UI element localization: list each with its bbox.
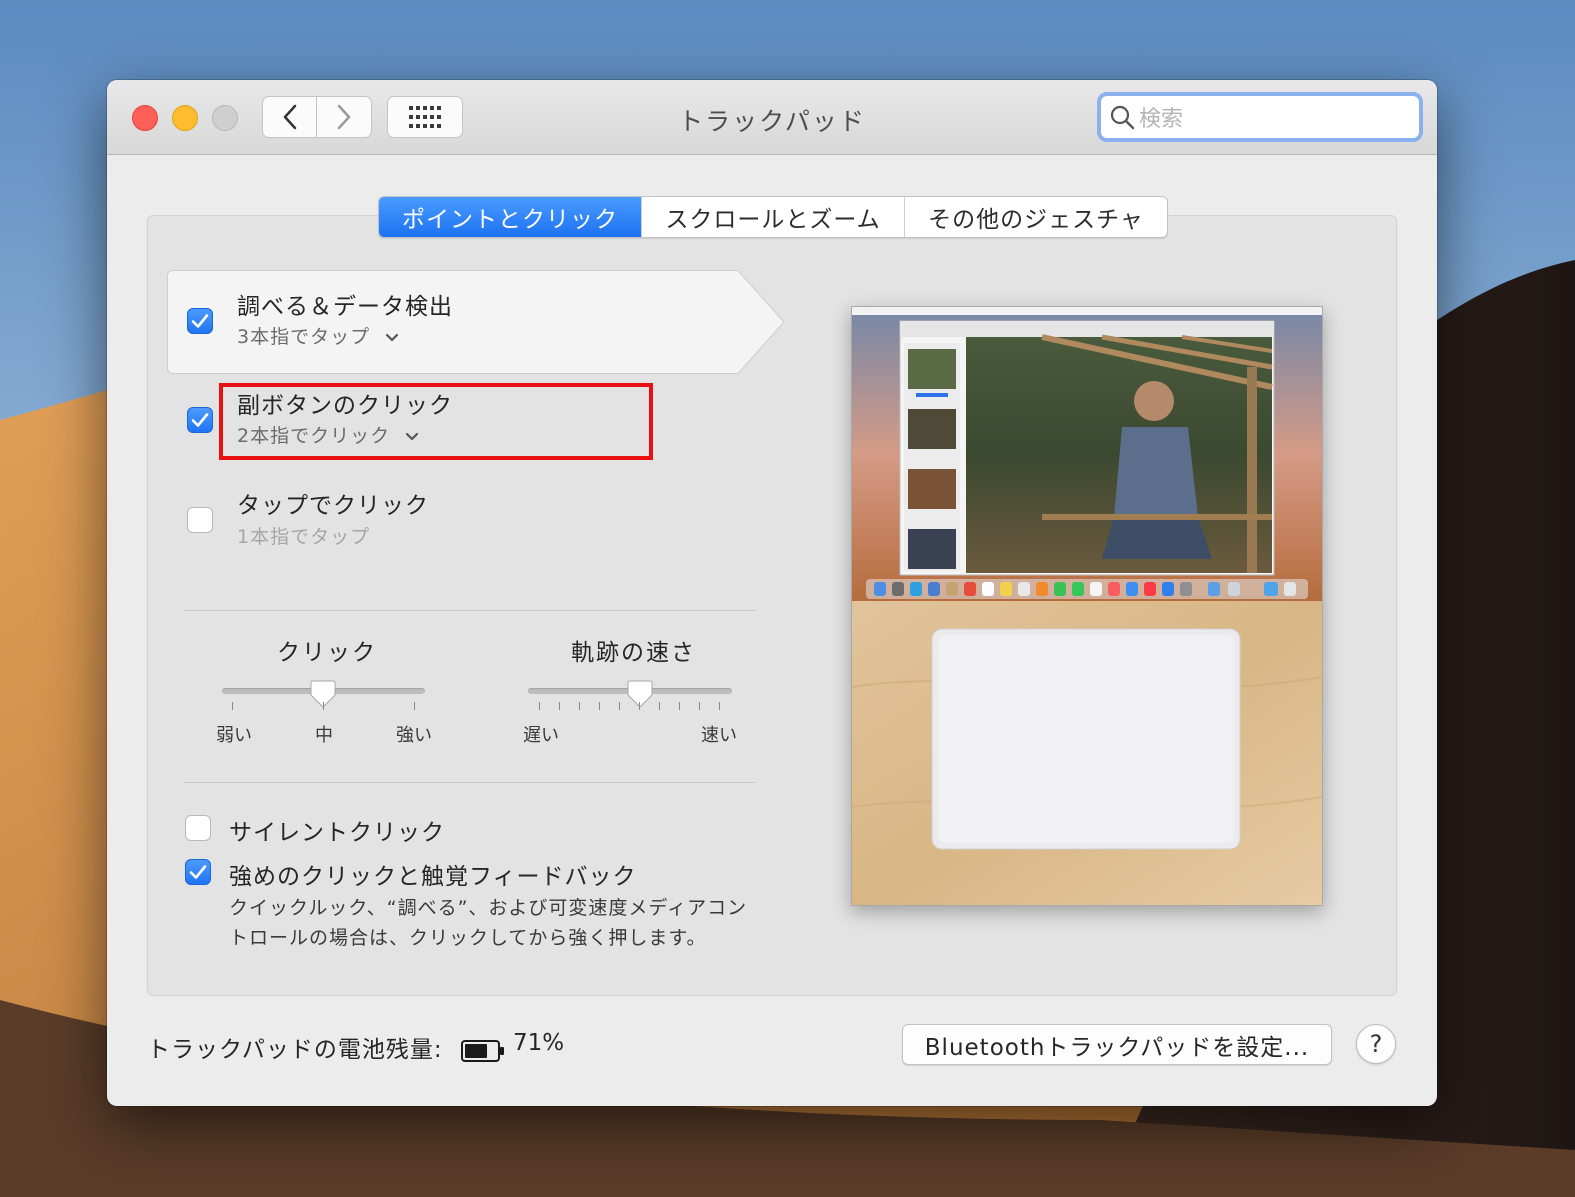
speed-min-label: 遅い (523, 725, 559, 746)
force-click-description: クイックルック、“調べる”、および可変速度メディアコン トロールの場合は、クリッ… (229, 893, 747, 953)
battery-label-text: トラックパッドの電池残量: (147, 1037, 443, 1063)
force-click-label: 強めのクリックと触覚フィードバック (229, 864, 637, 890)
chevron-down-icon (386, 333, 399, 341)
tap-to-click-checkbox[interactable] (187, 507, 213, 533)
help-button[interactable]: ? (1356, 1024, 1396, 1064)
divider (184, 610, 756, 611)
slider-tick (539, 702, 540, 710)
gesture-preview-illustration (852, 307, 1322, 905)
lookup-title: 調べる＆データ検出 (237, 294, 453, 320)
setup-bluetooth-trackpad-button[interactable]: Bluetoothトラックパッドを設定... (902, 1024, 1332, 1065)
force-click-description-line-1: クイックルック、“調べる”、および可変速度メディアコン (229, 897, 748, 919)
tab-scroll-and-zoom[interactable]: スクロールとズーム (641, 197, 904, 237)
battery-percent: 71% (513, 1030, 565, 1056)
lookup-checkbox[interactable] (187, 308, 213, 334)
click-max-label: 強い (396, 725, 432, 746)
tap-to-click-title: タップでクリック (237, 493, 429, 519)
gesture-preview-video (851, 306, 1323, 906)
force-click-checkbox[interactable] (185, 859, 211, 885)
divider (184, 782, 756, 783)
slider-tick (599, 702, 600, 710)
slider-tick (559, 702, 560, 710)
lookup-gesture-dropdown[interactable]: 3本指でタップ (237, 322, 399, 349)
tap-to-click-subtitle: 1本指でタップ (237, 526, 371, 548)
lookup-gesture-value: 3本指でタップ (237, 326, 371, 348)
slider-tick (679, 702, 680, 710)
checkmark-icon (191, 314, 209, 328)
tab-more-gestures[interactable]: その他のジェスチャ (904, 197, 1167, 237)
tab-point-and-click[interactable]: ポイントとクリック (379, 197, 641, 237)
search-icon (1110, 105, 1135, 130)
search-placeholder: 検索 (1139, 107, 1184, 132)
secondary-click-checkbox[interactable] (187, 407, 213, 433)
highlight-annotation-box (219, 383, 653, 460)
tab-bar: ポイントとクリック スクロールとズーム その他のジェスチャ (378, 196, 1168, 238)
title-bar: トラックパッド 検索 (107, 80, 1437, 155)
silent-click-checkbox[interactable] (185, 815, 211, 841)
slider-tick (639, 702, 640, 710)
slider-tick (579, 702, 580, 710)
slider-tick (659, 702, 660, 710)
slider-tick (619, 702, 620, 710)
checkmark-icon (191, 413, 209, 427)
battery-label: トラックパッドの電池残量: (147, 1030, 505, 1064)
tracking-speed-label: 軌跡の速さ (571, 640, 696, 666)
silent-click-label: サイレントクリック (229, 820, 445, 846)
speed-max-label: 速い (701, 725, 737, 746)
force-click-description-line-2: トロールの場合は、クリックしてから強く押します。 (229, 927, 707, 949)
slider-tick (699, 702, 700, 710)
click-mid-label: 中 (315, 725, 333, 746)
tracking-speed-thumb[interactable] (627, 680, 653, 708)
click-slider-label: クリック (277, 640, 377, 666)
search-field[interactable]: 検索 (1097, 92, 1423, 142)
click-min-label: 弱い (216, 725, 252, 746)
slider-tick (719, 702, 720, 710)
slider-tick (323, 702, 324, 710)
checkmark-icon (189, 865, 207, 879)
trackpad-preferences-window: トラックパッド 検索 ポイントとクリック スクロールとズーム その他のジェスチャ… (107, 80, 1437, 1106)
slider-tick (232, 702, 233, 710)
slider-tick (414, 702, 415, 710)
battery-icon (460, 1039, 504, 1062)
